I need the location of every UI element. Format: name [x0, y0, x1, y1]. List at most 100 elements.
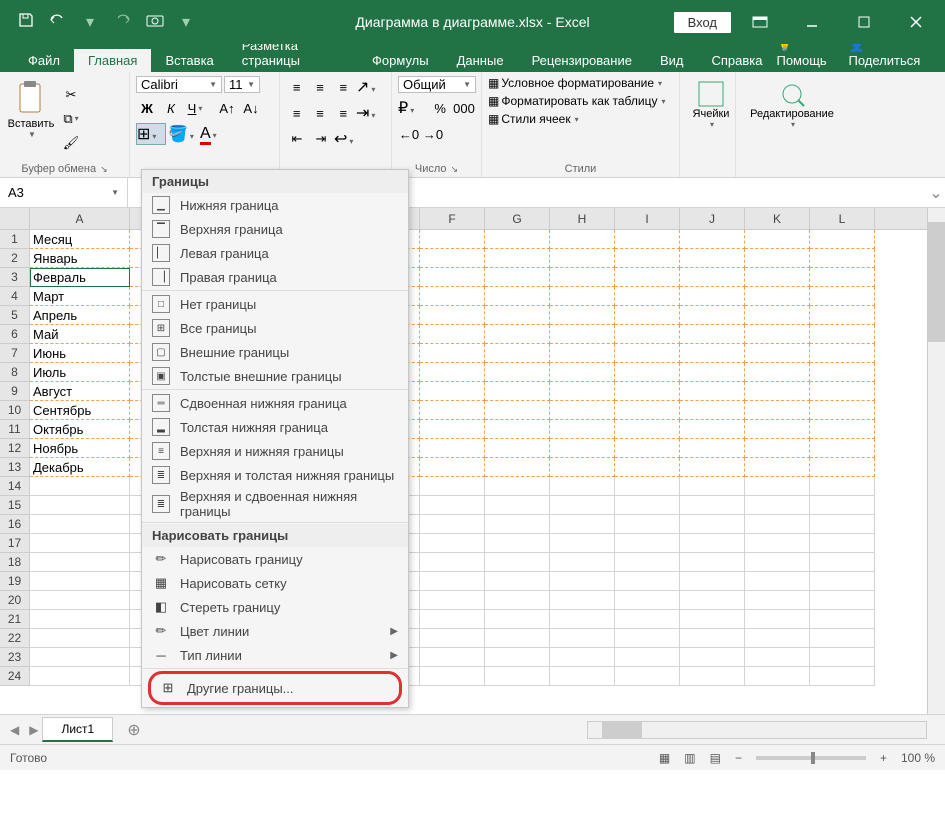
- draw-border-item[interactable]: ◧Стереть границу: [142, 595, 408, 619]
- editing-button[interactable]: Редактирование▾: [742, 76, 842, 129]
- border-item[interactable]: ⊞Все границы: [142, 316, 408, 340]
- cell[interactable]: [615, 591, 680, 610]
- row-header[interactable]: 4: [0, 287, 29, 306]
- cell[interactable]: [810, 591, 875, 610]
- line-type-item[interactable]: ─Тип линии▶: [142, 643, 408, 667]
- cell[interactable]: [485, 515, 550, 534]
- cell[interactable]: [550, 572, 615, 591]
- cell[interactable]: [745, 458, 810, 477]
- cell[interactable]: Май: [30, 325, 130, 344]
- select-all-corner[interactable]: [0, 208, 30, 230]
- tab-help[interactable]: Справка: [697, 49, 776, 72]
- minimize-icon[interactable]: [789, 0, 835, 44]
- align-top-icon[interactable]: ≡: [286, 76, 307, 98]
- align-right-icon[interactable]: ≡: [333, 102, 354, 124]
- cell[interactable]: Август: [30, 382, 130, 401]
- row-header[interactable]: 2: [0, 249, 29, 268]
- cell[interactable]: [420, 591, 485, 610]
- cell[interactable]: [680, 496, 745, 515]
- ribbon-display-icon[interactable]: [737, 0, 783, 44]
- cell[interactable]: [420, 230, 485, 249]
- cell[interactable]: [30, 496, 130, 515]
- cell[interactable]: [615, 534, 680, 553]
- col-header[interactable]: A: [30, 208, 130, 229]
- cell[interactable]: [680, 401, 745, 420]
- cell[interactable]: [485, 667, 550, 686]
- cell[interactable]: [420, 458, 485, 477]
- cell[interactable]: Апрель: [30, 306, 130, 325]
- border-item[interactable]: ≣Верхняя и толстая нижняя границы: [142, 463, 408, 487]
- cell[interactable]: [680, 648, 745, 667]
- add-sheet-icon[interactable]: ⊕: [113, 720, 154, 740]
- merge-icon[interactable]: ⇥▾: [356, 103, 385, 123]
- cell[interactable]: [810, 401, 875, 420]
- row-header[interactable]: 15: [0, 496, 29, 515]
- cell[interactable]: [810, 268, 875, 287]
- cell[interactable]: [420, 420, 485, 439]
- cell[interactable]: [680, 534, 745, 553]
- cell[interactable]: [745, 420, 810, 439]
- cell[interactable]: [615, 268, 680, 287]
- cell[interactable]: [485, 401, 550, 420]
- cell[interactable]: [420, 363, 485, 382]
- cell[interactable]: [485, 344, 550, 363]
- cell[interactable]: [680, 553, 745, 572]
- cell[interactable]: [615, 553, 680, 572]
- row-header[interactable]: 1: [0, 230, 29, 249]
- cell[interactable]: [810, 230, 875, 249]
- cell[interactable]: [615, 230, 680, 249]
- cell[interactable]: [485, 496, 550, 515]
- border-item[interactable]: □Нет границы: [142, 292, 408, 316]
- percent-icon[interactable]: %: [429, 97, 451, 119]
- cell[interactable]: [30, 629, 130, 648]
- wrap-text-icon[interactable]: ↩▾: [334, 129, 364, 149]
- font-color-icon[interactable]: A▾: [200, 125, 230, 143]
- cell[interactable]: [615, 610, 680, 629]
- cell[interactable]: [745, 572, 810, 591]
- cell[interactable]: [680, 363, 745, 382]
- cell[interactable]: [810, 648, 875, 667]
- cell[interactable]: [810, 477, 875, 496]
- cell[interactable]: [745, 496, 810, 515]
- cell[interactable]: [30, 515, 130, 534]
- cell[interactable]: [485, 458, 550, 477]
- cell[interactable]: [745, 325, 810, 344]
- cell[interactable]: Февраль: [30, 268, 130, 287]
- cell[interactable]: Декабрь: [30, 458, 130, 477]
- col-header[interactable]: I: [615, 208, 680, 229]
- cell[interactable]: [550, 515, 615, 534]
- cell[interactable]: [420, 306, 485, 325]
- border-item[interactable]: ▏Левая граница: [142, 241, 408, 265]
- cell[interactable]: [550, 648, 615, 667]
- cell[interactable]: [420, 477, 485, 496]
- zoom-in-icon[interactable]: +: [880, 751, 887, 765]
- font-size-combo[interactable]: 11▼: [224, 76, 260, 93]
- cell[interactable]: [615, 667, 680, 686]
- cell[interactable]: [810, 420, 875, 439]
- row-header[interactable]: 16: [0, 515, 29, 534]
- cell[interactable]: [615, 420, 680, 439]
- cell[interactable]: [550, 249, 615, 268]
- format-painter-icon[interactable]: 🖌: [60, 132, 82, 154]
- tab-file[interactable]: Файл: [14, 49, 74, 72]
- orientation-icon[interactable]: ↗▾: [356, 77, 385, 97]
- border-item[interactable]: ▕Правая граница: [142, 265, 408, 289]
- cell[interactable]: [550, 230, 615, 249]
- cell[interactable]: [420, 534, 485, 553]
- cell[interactable]: [30, 610, 130, 629]
- cell[interactable]: [810, 287, 875, 306]
- border-item[interactable]: ≣Верхняя и сдвоенная нижняя границы: [142, 487, 408, 521]
- cell[interactable]: [745, 629, 810, 648]
- cell[interactable]: [810, 458, 875, 477]
- cell[interactable]: [485, 572, 550, 591]
- sheet-tab[interactable]: Лист1: [42, 717, 113, 742]
- cell[interactable]: [615, 249, 680, 268]
- cell[interactable]: [680, 591, 745, 610]
- cell[interactable]: [550, 306, 615, 325]
- fill-color-icon[interactable]: 🪣▾: [168, 124, 198, 144]
- cell[interactable]: [615, 401, 680, 420]
- col-header[interactable]: L: [810, 208, 875, 229]
- cell[interactable]: [550, 629, 615, 648]
- cell[interactable]: [550, 344, 615, 363]
- cell[interactable]: [680, 249, 745, 268]
